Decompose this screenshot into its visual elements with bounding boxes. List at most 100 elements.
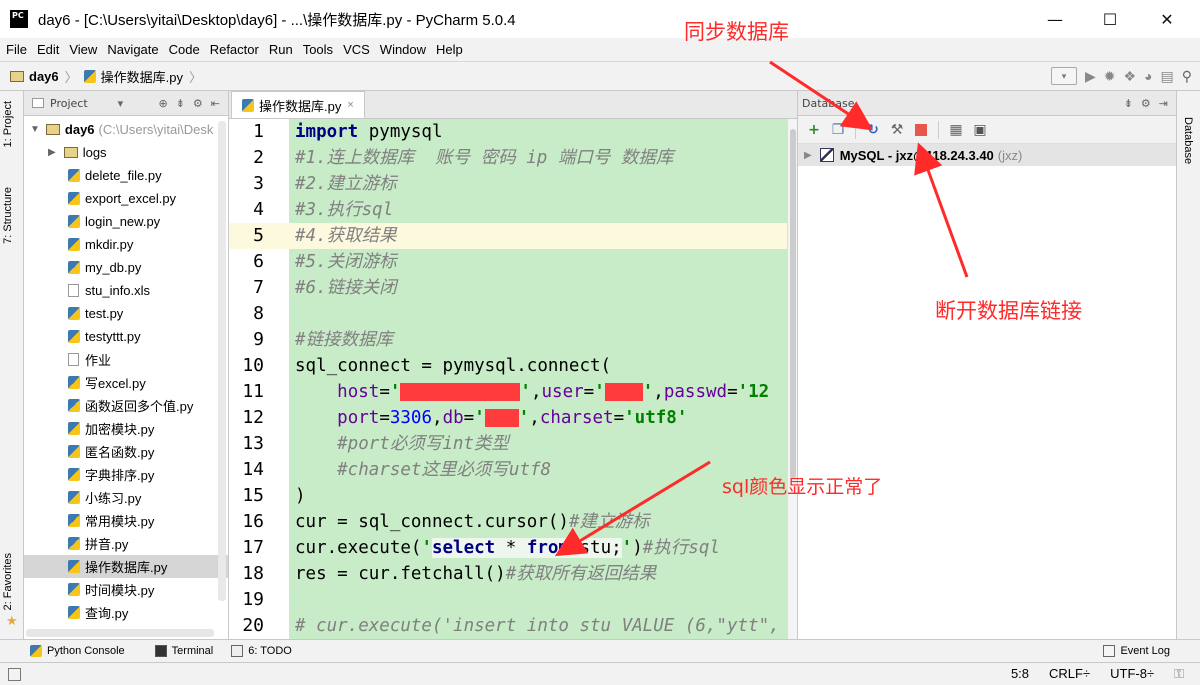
tree-file-item[interactable]: my_db.py xyxy=(24,256,228,279)
vcs-icon[interactable]: ▤ xyxy=(1161,68,1174,85)
tree-file-item[interactable]: 加密模块.py xyxy=(24,417,228,440)
todo-tab[interactable]: 6: TODO xyxy=(231,645,292,657)
breadcrumb-project[interactable]: day6 xyxy=(29,69,59,84)
menu-run[interactable]: Run xyxy=(269,42,293,57)
terminal-tab[interactable]: Terminal xyxy=(154,645,213,657)
copy-icon[interactable]: ❐ xyxy=(828,120,848,140)
code-line-current: #4.获取结果 xyxy=(289,223,797,249)
python-file-icon xyxy=(68,583,80,596)
tree-file-item[interactable]: export_excel.py xyxy=(24,187,228,210)
breadcrumb-file[interactable]: 操作数据库.py xyxy=(101,67,183,86)
maximize-button[interactable]: ☐ xyxy=(1083,0,1137,38)
view-dropdown-icon[interactable]: ▾ xyxy=(118,97,124,110)
mysql-connection-node[interactable]: ▶ MySQL - jxz@118.24.3.40 (jxz) xyxy=(798,144,1176,166)
favorites-tool-tab[interactable]: 2: Favorites xyxy=(2,553,14,610)
tree-file-item[interactable]: mkdir.py xyxy=(24,233,228,256)
settings-gear-icon[interactable]: ⚙ xyxy=(193,97,203,110)
code-area[interactable]: 1 2 3 4 5 6 7 8 9 10 11 12 13 14 15 16 17 18 19 20 import p… xyxy=(229,119,798,639)
tree-file-item[interactable]: test.py xyxy=(24,302,228,325)
python-file-icon xyxy=(68,491,80,504)
menu-tools[interactable]: Tools xyxy=(303,42,333,57)
menu-edit[interactable]: Edit xyxy=(37,42,59,57)
close-button[interactable]: ✕ xyxy=(1140,0,1194,38)
menu-refactor[interactable]: Refactor xyxy=(210,42,259,57)
bottom-tool-tabs: Python Console Terminal 6: TODO Event Lo… xyxy=(0,639,1200,662)
expand-arrow-icon[interactable]: ▶ xyxy=(48,147,56,158)
menu-file[interactable]: File xyxy=(6,42,27,57)
expand-arrow-icon[interactable]: ▼ xyxy=(30,124,40,135)
synchronize-icon[interactable]: ↻ xyxy=(863,120,883,140)
tree-file-item[interactable]: 作业 xyxy=(24,348,228,371)
profile-icon[interactable]: ◕ xyxy=(1144,68,1152,84)
tree-file-item[interactable]: 函数返回多个值.py xyxy=(24,394,228,417)
structure-tool-tab[interactable]: 7: Structure xyxy=(2,187,14,244)
code-lines[interactable]: import pymysql #1.连上数据库 账号 密码 ip 端口号 数据库… xyxy=(289,119,797,639)
project-panel-title[interactable]: Project xyxy=(50,97,88,110)
event-log-tab[interactable]: Event Log xyxy=(1103,645,1170,657)
menu-code[interactable]: Code xyxy=(169,42,200,57)
search-everywhere-icon[interactable]: ⚲ xyxy=(1182,68,1192,85)
tree-file-item[interactable]: stu_info.xls xyxy=(24,279,228,302)
tree-file-item[interactable]: 时间模块.py xyxy=(24,578,228,601)
debug-icon[interactable]: ✹ xyxy=(1104,68,1116,85)
run-config-dropdown[interactable]: ▾ xyxy=(1050,67,1077,85)
hide-panel-icon[interactable]: ⇤ xyxy=(211,97,220,110)
editor-tab-active[interactable]: 操作数据库.py × xyxy=(231,91,365,118)
disconnect-stop-icon[interactable] xyxy=(911,120,931,140)
python-console-tab[interactable]: Python Console xyxy=(30,645,125,657)
datasource-properties-icon[interactable]: ⚒ xyxy=(887,120,907,140)
tree-file-item[interactable]: 字典排序.py xyxy=(24,463,228,486)
menu-vcs[interactable]: VCS xyxy=(343,42,370,57)
hide-panel-icon[interactable]: ⇥ xyxy=(1159,97,1168,110)
file-encoding[interactable]: UTF-8÷ xyxy=(1110,666,1154,682)
scroll-from-source-icon[interactable]: ⊕ xyxy=(158,97,167,110)
tree-file-item[interactable]: 小练习.py xyxy=(24,486,228,509)
tree-file-item[interactable]: 匿名函数.py xyxy=(24,440,228,463)
navigation-bar: day6 〉 操作数据库.py 〉 ▾ ▶ ✹ ❖ ◕ ▤ ⚲ xyxy=(0,61,1200,91)
add-datasource-icon[interactable]: + xyxy=(804,120,824,140)
coverage-icon[interactable]: ❖ xyxy=(1123,68,1136,85)
tree-root-day6[interactable]: ▼ day6 (C:\Users\yitai\Desk xyxy=(24,118,228,141)
tree-file-item[interactable]: testyttt.py xyxy=(24,325,228,348)
console-icon[interactable]: ▣ xyxy=(970,120,990,140)
menu-window[interactable]: Window xyxy=(380,42,426,57)
collapse-all-icon[interactable]: ⇟ xyxy=(176,97,185,110)
menu-view[interactable]: View xyxy=(69,42,97,57)
tab-close-icon[interactable]: × xyxy=(347,99,353,111)
caret-position[interactable]: 5:8 xyxy=(1011,666,1029,682)
tree-folder-item[interactable]: ▶ logs xyxy=(24,141,228,164)
editor-vertical-scrollbar[interactable] xyxy=(787,119,797,639)
line-separator[interactable]: CRLF÷ xyxy=(1049,666,1090,682)
tree-file-item[interactable]: 常用模块.py xyxy=(24,509,228,532)
python-file-icon xyxy=(68,215,80,228)
code-line: #5.关闭游标 xyxy=(295,252,397,272)
code-line: #port必须写int类型 xyxy=(295,434,509,454)
line-number: 11 xyxy=(242,381,264,402)
tree-file-item[interactable]: 查询.py xyxy=(24,601,228,624)
line-number: 18 xyxy=(242,563,264,584)
project-panel: Project ▾ ⊕ ⇟ ⚙ ⇤ ▼ day6 (C:\Users\yitai… xyxy=(24,91,229,639)
lock-icon[interactable]: ⚿ xyxy=(1174,666,1184,682)
collapse-icon[interactable]: ⇟ xyxy=(1124,97,1133,110)
project-vertical-scrollbar[interactable] xyxy=(218,121,226,601)
annotation-disconnect-db: 断开数据库链接 xyxy=(935,299,1082,323)
tree-file-item[interactable]: delete_file.py xyxy=(24,164,228,187)
python-console-icon xyxy=(30,645,42,657)
expand-arrow-icon[interactable]: ▶ xyxy=(804,150,812,161)
tree-file-item[interactable]: 操作数据库.py xyxy=(24,555,228,578)
project-horizontal-scrollbar[interactable] xyxy=(26,629,214,637)
tree-file-item[interactable]: 写excel.py xyxy=(24,371,228,394)
database-tool-tab[interactable]: Database xyxy=(1182,117,1194,164)
menu-navigate[interactable]: Navigate xyxy=(107,42,158,57)
project-tool-tab[interactable]: 1: Project xyxy=(2,101,14,147)
toggle-tool-windows-icon[interactable] xyxy=(8,667,21,681)
settings-gear-icon[interactable]: ⚙ xyxy=(1141,97,1151,110)
minimize-button[interactable]: — xyxy=(1028,0,1082,38)
table-editor-icon[interactable]: ▦ xyxy=(946,120,966,140)
run-icon[interactable]: ▶ xyxy=(1085,68,1096,85)
menu-help[interactable]: Help xyxy=(436,42,463,57)
tree-file-item[interactable]: 拼音.py xyxy=(24,532,228,555)
tree-file-item[interactable]: login_new.py xyxy=(24,210,228,233)
title-bar: PC day6 - [C:\Users\yitai\Desktop\day6] … xyxy=(0,0,1200,38)
